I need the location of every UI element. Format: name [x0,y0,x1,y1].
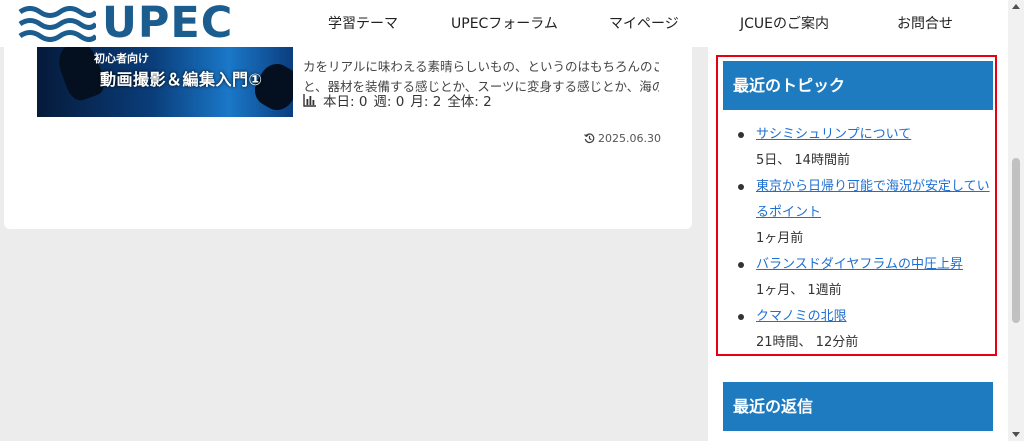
logo-text: UPEC [102,0,234,48]
stat-week: 週: 0 [373,94,405,110]
nav-contact[interactable]: お問合せ [897,13,953,33]
nav-upec-forum[interactable]: UPECフォーラム [451,13,558,33]
waves-icon [18,6,96,42]
nav-jcue-info[interactable]: JCUEのご案内 [740,13,829,33]
scroll-down-arrow-icon[interactable] [1012,432,1020,437]
excerpt-line: カをリアルに味わえる素晴らしいもの、というのはもちろんのこ [303,59,659,74]
thumbnail-title: 動画撮影＆編集入門① [100,70,263,89]
nav-learning-themes[interactable]: 学習テーマ [328,13,398,33]
post-card: 初心者向け 動画撮影＆編集入門① カをリアルに味わえる素晴らしいもの、というのは… [4,47,692,229]
page-scrollbar[interactable] [1008,0,1024,441]
nav-my-page[interactable]: マイページ [609,13,679,33]
scroll-up-arrow-icon[interactable] [1012,4,1020,9]
site-header: UPEC 学習テーマ UPECフォーラム マイページ JCUEのご案内 お問合せ [0,0,1008,47]
post-date: 2025.06.30 [584,132,661,145]
thumbnail-subtitle: 初心者向け [94,52,149,65]
scroll-thumb[interactable] [1012,158,1020,323]
stat-month: 月: 2 [410,94,442,110]
history-icon [584,133,595,144]
highlight-box [716,55,997,356]
stat-total: 全体: 2 [447,94,492,110]
view-stats: 本日: 0 週: 0 月: 2 全体: 2 [303,90,492,110]
bar-chart-icon [303,93,316,107]
recent-replies-title: 最近の返信 [723,382,993,431]
stat-today: 本日: 0 [323,94,368,110]
post-thumbnail[interactable]: 初心者向け 動画撮影＆編集入門① [37,47,293,117]
date-text: 2025.06.30 [598,132,661,145]
